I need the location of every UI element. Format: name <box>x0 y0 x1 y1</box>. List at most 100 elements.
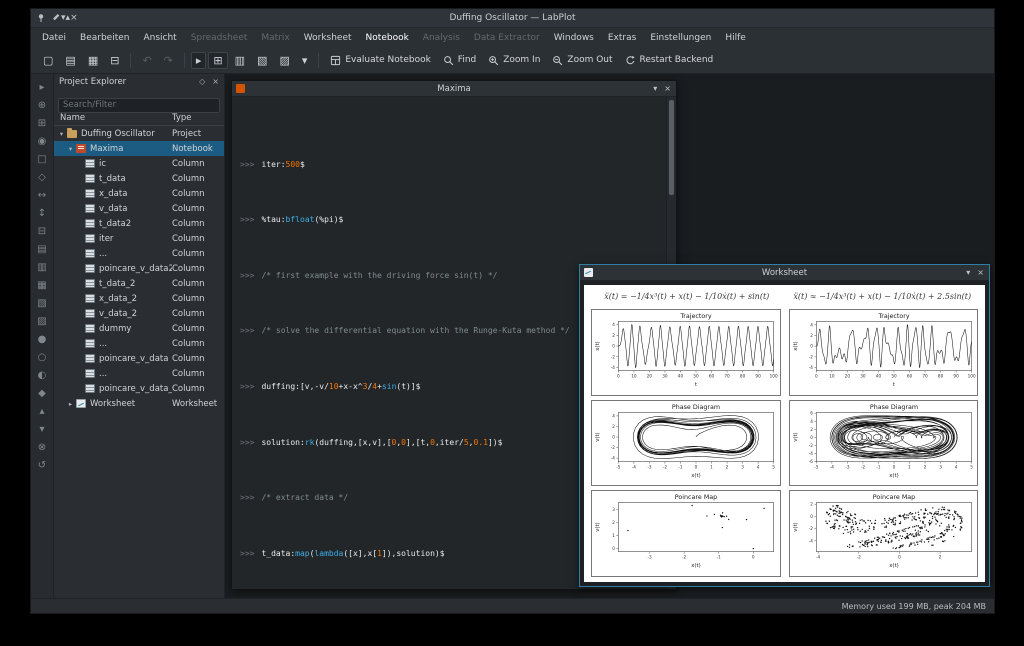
restart-backend-button[interactable]: Restart Backend <box>620 52 719 69</box>
float-dock-button[interactable]: ◇ <box>199 78 205 86</box>
tool-icon[interactable]: ↺ <box>38 461 46 471</box>
titlebar[interactable]: Duffing Oscillator — LabPlot ▾▴× <box>31 9 994 28</box>
tree-row-column[interactable]: dummy Column <box>54 321 224 336</box>
tool-icon[interactable]: ◐ <box>38 371 47 381</box>
tree-row-column[interactable]: ... Column <box>54 366 224 381</box>
redo-button[interactable]: ↷ <box>159 52 178 69</box>
plot[interactable]: Trajectory0102030405060708090100-4-2024t… <box>789 309 979 396</box>
menu-spreadsheet[interactable]: Spreadsheet <box>184 31 255 45</box>
pin-icon[interactable] <box>36 13 46 23</box>
maxima-titlebar[interactable]: Maxima ▾× <box>232 81 676 97</box>
column-header-type[interactable]: Type <box>172 113 224 123</box>
tree-row-maxima[interactable]: ▾ Maxima Notebook <box>54 141 224 156</box>
tool-icon[interactable]: □ <box>37 155 46 165</box>
tree-row-column[interactable]: ... Column <box>54 246 224 261</box>
tool-icon[interactable]: ↔ <box>38 191 46 201</box>
tree-row-column[interactable]: iter Column <box>54 231 224 246</box>
tree-row-column[interactable]: v_data Column <box>54 201 224 216</box>
tool-icon[interactable]: ▧ <box>37 299 46 309</box>
code-line[interactable]: >>>%tau:bfloat(%pi)$ <box>240 213 664 227</box>
tool-icon[interactable]: ⊗ <box>38 443 46 453</box>
tool-icon[interactable]: ⊞ <box>38 119 46 129</box>
tool-icon[interactable]: ⊕ <box>38 101 46 111</box>
print-button[interactable]: ▦ <box>83 52 103 69</box>
tool-icon[interactable]: ▤ <box>37 245 46 255</box>
plot[interactable]: Phase Diagram-5-4-3-2-1012345-4-2024x(t)… <box>591 400 781 487</box>
expand-arrow-icon[interactable]: ▸ <box>66 400 75 408</box>
tool-icon[interactable]: ▾ <box>39 425 44 435</box>
tree-row-column[interactable]: t_data_2 Column <box>54 276 224 291</box>
tree-row-column[interactable]: t_data Column <box>54 171 224 186</box>
tree-item-name: t_data_2 <box>99 279 172 289</box>
worksheet-titlebar[interactable]: Worksheet ▾× <box>580 265 989 281</box>
tool-icon[interactable]: ▴ <box>39 407 44 417</box>
plot[interactable]: Trajectory0102030405060708090100-4-2024t… <box>591 309 781 396</box>
tool-icon[interactable]: ▨ <box>37 317 46 327</box>
plot[interactable]: Poincare Map-3-2-100123x(t)v(t) <box>591 490 781 577</box>
close-subwindow-button[interactable]: × <box>977 269 984 277</box>
expand-arrow-icon[interactable]: ▾ <box>57 130 66 138</box>
new-document-button[interactable]: ▢ <box>38 52 58 69</box>
tool-icon[interactable]: ◉ <box>38 137 47 147</box>
tool-icon[interactable]: ↕ <box>38 209 46 219</box>
minimize-subwindow-button[interactable]: ▾ <box>653 85 657 93</box>
plot[interactable]: Phase Diagram-5-4-3-2-1012345-6-4-20246x… <box>789 400 979 487</box>
tree-row-project[interactable]: ▾ Duffing Oscillator Project <box>54 126 224 141</box>
export-button[interactable]: ⊟ <box>105 52 124 69</box>
add-command-entry-button[interactable]: ⊞ <box>208 52 227 69</box>
tree-row-column[interactable]: ... Column <box>54 336 224 351</box>
menu-worksheet[interactable]: Worksheet <box>297 31 359 45</box>
code-line[interactable]: >>>iter:500$ <box>240 158 664 172</box>
plot[interactable]: Poincare Map-4-202-4-202x(t)v(t) <box>789 490 979 577</box>
menu-einstellungen[interactable]: Einstellungen <box>643 31 718 45</box>
entry-options-dropdown[interactable]: ▾ <box>297 52 313 69</box>
tree-row-column[interactable]: poincare_v_data_2 Column <box>54 381 224 396</box>
svg-text:-4: -4 <box>808 539 813 544</box>
expand-arrow-icon[interactable]: ▾ <box>66 145 75 153</box>
menu-bearbeiten[interactable]: Bearbeiten <box>73 31 136 45</box>
add-text-entry-button[interactable]: ▥ <box>230 52 250 69</box>
tool-icon[interactable]: ⊟ <box>38 227 46 237</box>
scrollbar-thumb[interactable] <box>669 100 674 195</box>
worksheet-canvas[interactable]: ẍ(t) = −1/4x³(t) + x(t) − 1/10ẋ(t) + sin… <box>584 285 985 582</box>
evaluate-notebook-button[interactable]: Evaluate Notebook <box>325 52 435 69</box>
tree-row-column[interactable]: v_data_2 Column <box>54 306 224 321</box>
plot-canvas: Poincare Map-4-202-4-202x(t)v(t) <box>790 491 978 576</box>
tool-icon[interactable]: ○ <box>38 353 47 363</box>
tool-icon[interactable]: ◇ <box>38 173 46 183</box>
tool-icon[interactable]: ● <box>38 335 47 345</box>
undo-button[interactable]: ↶ <box>137 52 156 69</box>
tree-row-column[interactable]: t_data2 Column <box>54 216 224 231</box>
evaluate-entry-button[interactable]: ▸ <box>191 52 207 69</box>
close-dock-button[interactable]: × <box>212 78 219 86</box>
menu-analysis[interactable]: Analysis <box>416 31 467 45</box>
tree-row-column[interactable]: x_data_2 Column <box>54 291 224 306</box>
menu-hilfe[interactable]: Hilfe <box>718 31 752 45</box>
tool-icon[interactable]: ▦ <box>37 281 46 291</box>
zoom-out-button[interactable]: Zoom Out <box>547 52 617 69</box>
tool-icon[interactable]: ◆ <box>38 389 46 399</box>
zoom-in-button[interactable]: Zoom In <box>483 52 545 69</box>
find-button[interactable]: Find <box>438 52 481 69</box>
tree-row-column[interactable]: ic Column <box>54 156 224 171</box>
open-project-button[interactable]: ▤ <box>60 52 80 69</box>
column-header-name[interactable]: Name <box>54 113 172 123</box>
add-latex-entry-button[interactable]: ▨ <box>274 52 294 69</box>
menu-data-extractor[interactable]: Data Extractor <box>467 31 547 45</box>
menu-ansicht[interactable]: Ansicht <box>136 31 183 45</box>
menu-extras[interactable]: Extras <box>601 31 643 45</box>
menu-notebook[interactable]: Notebook <box>359 31 416 45</box>
tree-row-column[interactable]: x_data Column <box>54 186 224 201</box>
tool-icon[interactable]: ▥ <box>37 263 46 273</box>
tree-column-headers[interactable]: Name Type <box>54 110 224 126</box>
menu-datei[interactable]: Datei <box>35 31 73 45</box>
tree-row-column[interactable]: poincare_v_data2 Column <box>54 261 224 276</box>
add-markdown-entry-button[interactable]: ▧ <box>252 52 272 69</box>
tree-row-worksheet[interactable]: ▸ Worksheet Worksheet <box>54 396 224 411</box>
tree-row-column[interactable]: poincare_v_data Column <box>54 351 224 366</box>
menu-windows[interactable]: Windows <box>547 31 601 45</box>
minimize-subwindow-button[interactable]: ▾ <box>966 269 970 277</box>
menu-matrix[interactable]: Matrix <box>254 31 296 45</box>
close-subwindow-button[interactable]: × <box>664 85 671 93</box>
tool-icon[interactable]: ▸ <box>39 83 44 93</box>
